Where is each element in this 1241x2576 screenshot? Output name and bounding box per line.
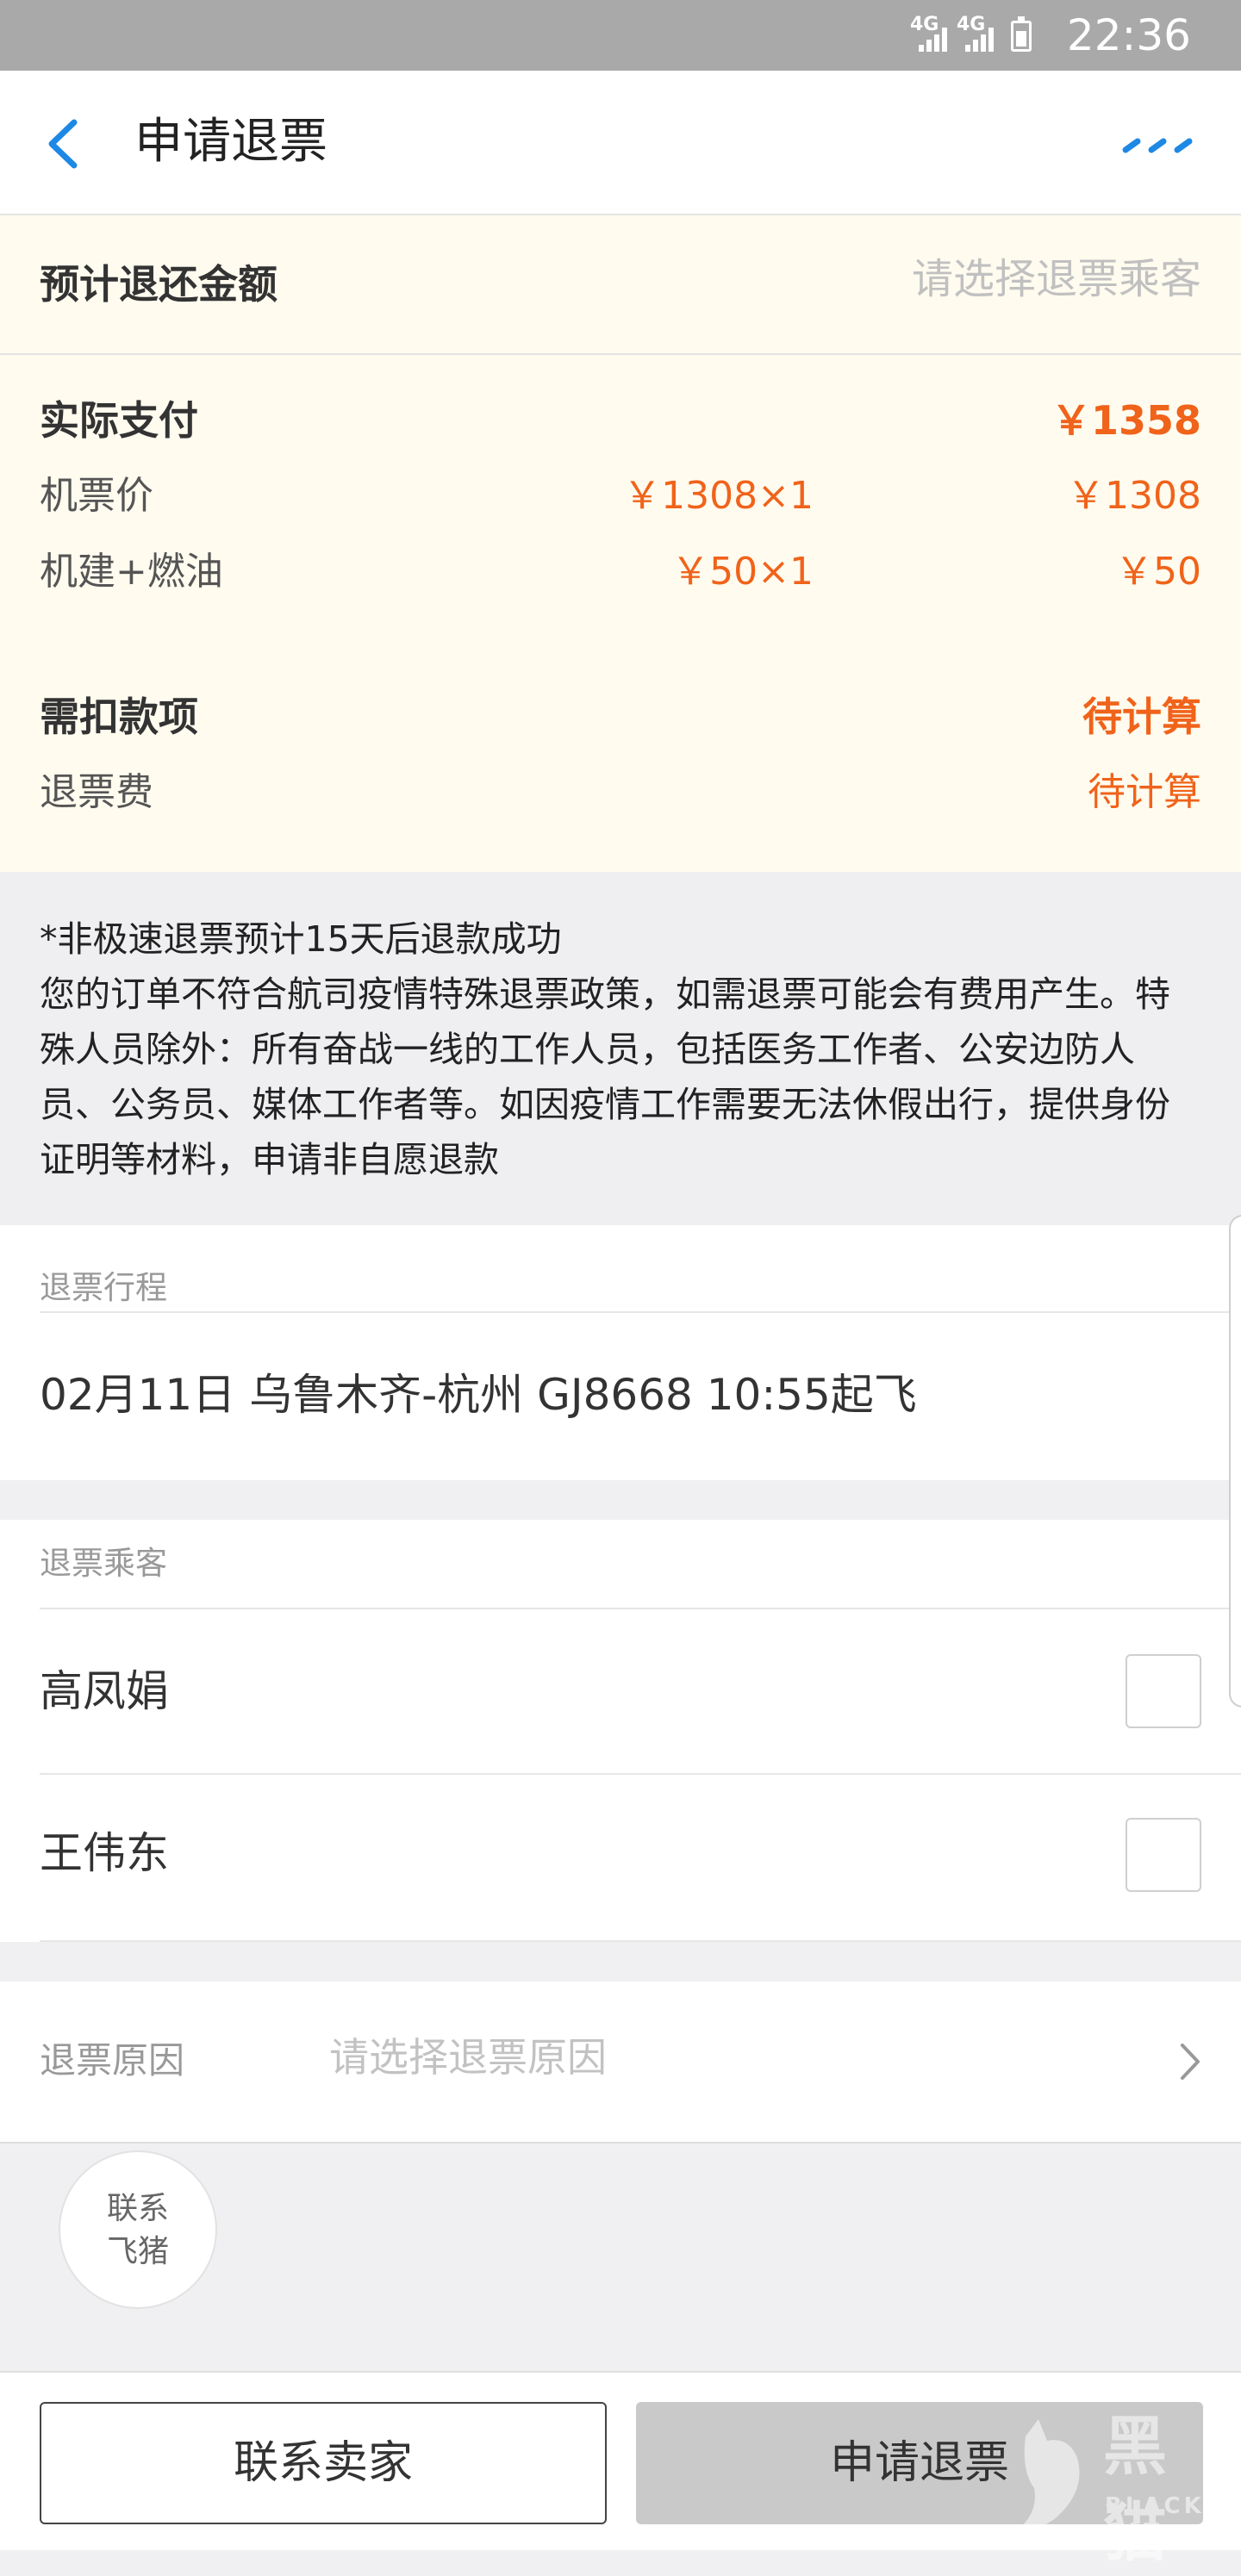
deductions-label: 需扣款项 <box>40 694 198 740</box>
contact-fliggy-button[interactable]: 联系 飞猪 <box>59 2150 217 2309</box>
deductions-value: 待计算 <box>1082 694 1201 740</box>
chevron-left-icon <box>48 119 78 169</box>
more-dots-icon <box>1122 138 1193 153</box>
passenger-name: 高凤娟 <box>40 1666 169 1716</box>
passenger-name: 王伟东 <box>40 1828 169 1878</box>
passenger-checkbox[interactable] <box>1126 1818 1201 1892</box>
tax-fuel-label: 机建+燃油 <box>40 550 223 594</box>
passengers-header: 退票乘客 <box>40 1545 167 1582</box>
status-time: 22:36 <box>1066 10 1191 60</box>
itinerary-header: 退票行程 <box>40 1269 167 1306</box>
watermark-en: BLACK CAT <box>1105 2493 1205 2545</box>
actual-payment-label: 实际支付 <box>40 397 198 444</box>
refund-notice: *非极速退票预计15天后退款成功 您的订单不符合航司疫情特殊退票政策，如需退票可… <box>0 872 1241 1225</box>
estimated-refund-placeholder: 请选择退票乘客 <box>911 255 1201 303</box>
battery-icon <box>1011 16 1032 52</box>
itinerary-trip: 02月11日 乌鲁木齐-杭州 GJ8668 10:55起飞 <box>40 1370 917 1420</box>
fare-unit: ￥1308×1 <box>623 474 814 518</box>
more-button[interactable] <box>1119 133 1196 159</box>
black-cat-watermark: 黑猫 BLACK CAT <box>1008 2404 1232 2570</box>
refund-reason-placeholder: 请选择退票原因 <box>329 2034 607 2081</box>
notice-text: *非极速退票预计15天后退款成功 您的订单不符合航司疫情特殊退票政策，如需退票可… <box>40 912 1203 1187</box>
notice-line-1: *非极速退票预计15天后退款成功 <box>40 918 562 960</box>
cat-logo-icon <box>1021 2419 1080 2528</box>
signal-bars-icon <box>919 22 953 52</box>
itinerary-section: 退票行程 02月11日 乌鲁木齐-杭州 GJ8668 10:55起飞 <box>0 1225 1241 1480</box>
refund-reason-label: 退票原因 <box>40 2039 185 2081</box>
refund-fee-value: 待计算 <box>1088 770 1201 814</box>
estimated-refund-row: 预计退还金额 请选择退票乘客 <box>0 215 1241 355</box>
passengers-section: 退票乘客 高凤娟 王伟东 <box>0 1520 1241 1942</box>
passenger-row[interactable]: 高凤娟 <box>0 1609 1241 1773</box>
refund-reason-row[interactable]: 退票原因 请选择退票原因 <box>0 1982 1241 2144</box>
contact-seller-button[interactable]: 联系卖家 <box>40 2402 607 2524</box>
signal-bars-icon <box>965 22 1000 52</box>
watermark-cn: 黑猫 <box>1103 2410 1170 2570</box>
notice-body: 您的订单不符合航司疫情特殊退票政策，如需退票可能会有费用产生。特殊人员除外：所有… <box>40 974 1170 1180</box>
divider <box>40 1940 1241 1942</box>
status-bar: 4G 4G 22:36 <box>0 0 1241 71</box>
page-title: 申请退票 <box>134 114 327 170</box>
chevron-right-icon <box>1181 2044 1200 2080</box>
contact-fliggy-line1: 联系 <box>106 2191 169 2226</box>
tax-fuel-total: ￥50 <box>1115 550 1201 594</box>
refund-fee-label: 退票费 <box>40 770 153 814</box>
contact-fliggy-line2: 飞猪 <box>106 2234 169 2269</box>
payment-details: 实际支付 ￥1358 机票价 ￥1308×1 ￥1308 机建+燃油 ￥50×1… <box>0 355 1241 872</box>
divider <box>40 1311 1241 1313</box>
fare-label: 机票价 <box>40 474 153 518</box>
fare-total: ￥1308 <box>1067 474 1201 518</box>
nav-bar: 申请退票 <box>0 71 1241 215</box>
passenger-row[interactable]: 王伟东 <box>0 1775 1241 1938</box>
tax-fuel-unit: ￥50×1 <box>671 550 814 594</box>
passenger-checkbox[interactable] <box>1126 1654 1201 1728</box>
scroll-handle[interactable] <box>1229 1215 1241 1708</box>
estimated-refund-label: 预计退还金额 <box>40 261 278 308</box>
back-button[interactable] <box>38 114 90 174</box>
actual-payment-total: ￥1358 <box>1051 397 1201 444</box>
